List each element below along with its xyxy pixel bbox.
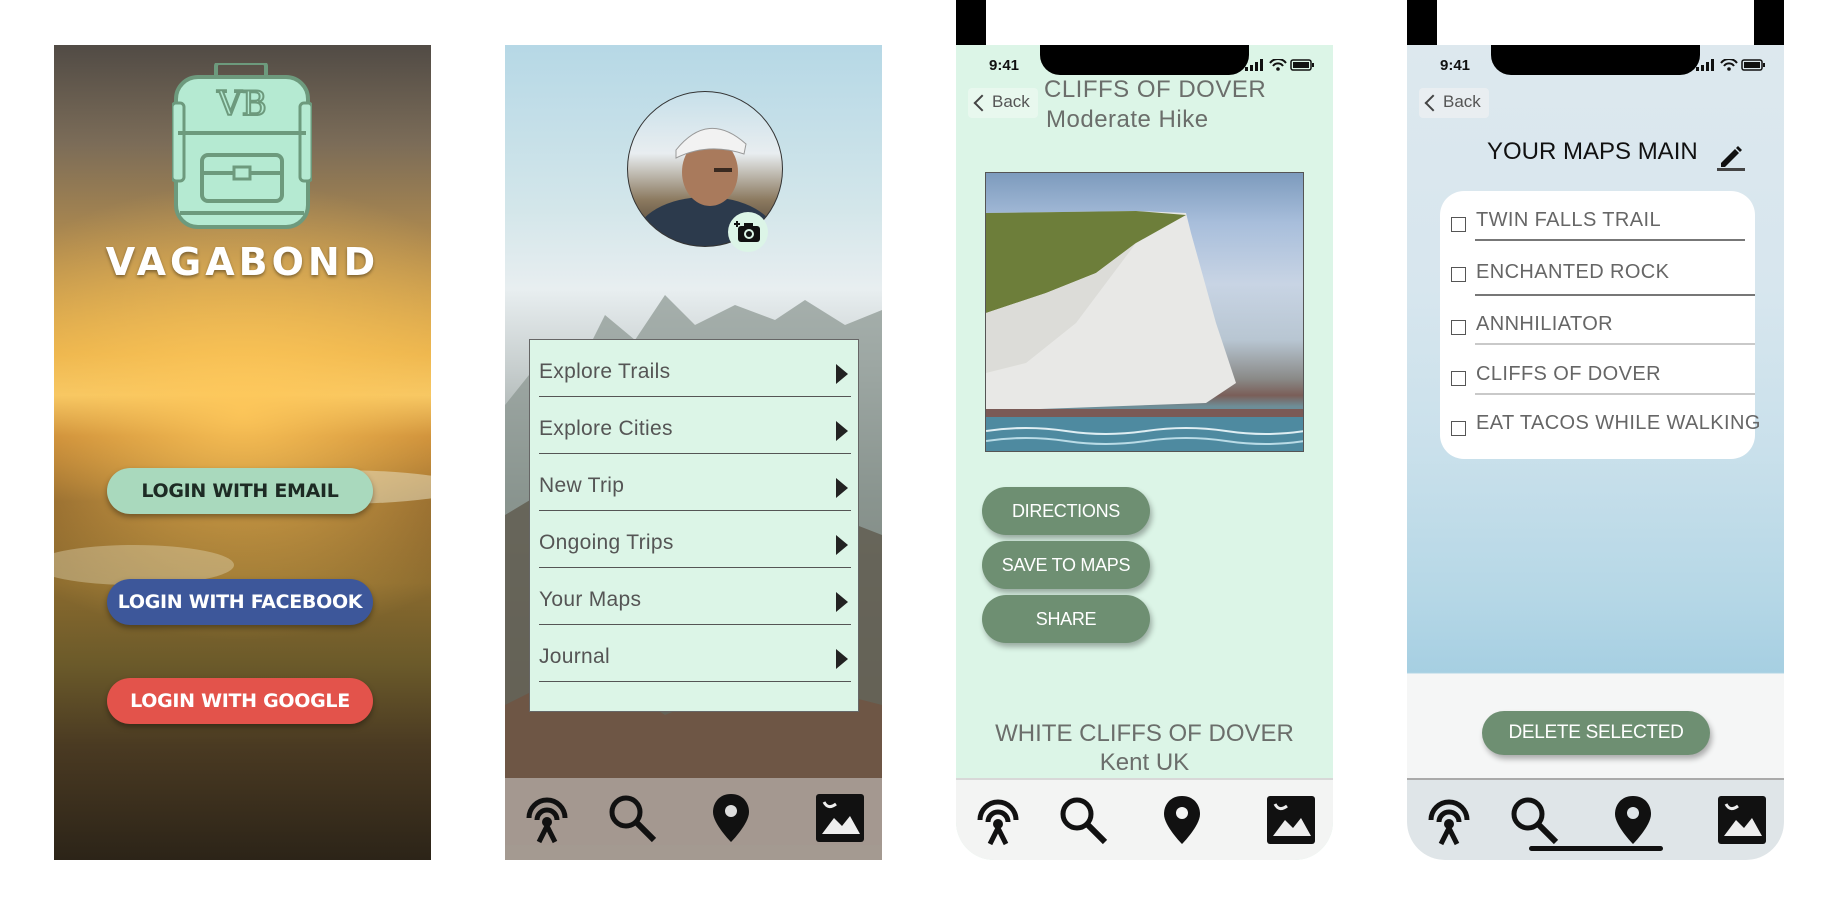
- location-pin-icon[interactable]: [1605, 792, 1661, 848]
- menu-screen: Explore Trails Explore Cities New Trip O…: [505, 45, 882, 860]
- directions-button[interactable]: DIRECTIONS: [982, 487, 1150, 535]
- menu-item-explore-trails[interactable]: Explore Trails: [539, 340, 851, 397]
- checkbox[interactable]: [1451, 320, 1466, 335]
- camera-icon: [734, 221, 760, 242]
- save-to-maps-button[interactable]: SAVE TO MAPS: [982, 541, 1150, 589]
- main-menu: Explore Trails Explore Cities New Trip O…: [529, 339, 859, 712]
- page-subtitle: Moderate Hike: [1046, 106, 1209, 133]
- chevron-left-icon: [973, 94, 991, 112]
- chevron-right-icon: [836, 592, 848, 612]
- status-icons: [1245, 59, 1314, 71]
- chevron-right-icon: [836, 649, 848, 669]
- back-label: Back: [1443, 92, 1481, 111]
- location-pin-icon[interactable]: [703, 790, 759, 846]
- menu-item-label: Your Maps: [539, 588, 642, 611]
- logo-monogram: VB: [216, 84, 267, 124]
- page-title: YOUR MAPS MAIN: [1487, 138, 1698, 165]
- chevron-right-icon: [836, 364, 848, 384]
- location-region: Kent UK: [1099, 749, 1190, 776]
- backpack-logo-icon: VB: [172, 63, 312, 229]
- menu-item-journal[interactable]: Journal: [539, 625, 851, 682]
- brand-name: VAGABOND: [105, 240, 380, 284]
- gallery-icon[interactable]: [1714, 792, 1770, 848]
- tab-bar: [1407, 778, 1784, 860]
- trail-photo: [985, 172, 1304, 452]
- login-email-button[interactable]: LOGIN WITH EMAIL: [107, 468, 373, 514]
- notch: [1040, 45, 1249, 75]
- search-icon[interactable]: [604, 790, 660, 846]
- list-item-label: CLIFFS OF DOVER: [1476, 363, 1661, 385]
- login-screen: VB VAGABOND LOGIN WITH EMAIL LOGIN WITH …: [54, 45, 431, 860]
- back-button[interactable]: Back: [968, 88, 1038, 118]
- chevron-right-icon: [836, 535, 848, 555]
- list-item-label: ANNHILIATOR: [1476, 313, 1614, 335]
- menu-item-your-maps[interactable]: Your Maps: [539, 568, 851, 625]
- menu-item-label: Explore Cities: [539, 417, 673, 440]
- menu-item-label: Journal: [539, 645, 610, 668]
- list-item[interactable]: ANNHILIATOR: [1440, 295, 1755, 345]
- list-item[interactable]: CLIFFS OF DOVER: [1440, 345, 1755, 395]
- chevron-right-icon: [836, 478, 848, 498]
- search-icon[interactable]: [1055, 792, 1111, 848]
- status-icons: [1696, 59, 1765, 71]
- login-facebook-button[interactable]: LOGIN WITH FACEBOOK: [107, 579, 373, 625]
- list-item[interactable]: ENCHANTED ROCK: [1440, 241, 1755, 296]
- list-item[interactable]: TWIN FALLS TRAIL: [1440, 191, 1755, 241]
- page-title: CLIFFS OF DOVER: [1044, 76, 1267, 103]
- your-maps-screen: 9:41 Back YOUR MAPS MAIN TWIN FALLS TRAI…: [1407, 45, 1784, 860]
- tracker-icon[interactable]: [1421, 792, 1477, 848]
- back-label: Back: [992, 92, 1030, 111]
- menu-item-label: Ongoing Trips: [539, 531, 674, 554]
- status-time: 9:41: [1440, 57, 1471, 74]
- tab-bar: [505, 778, 882, 860]
- share-button[interactable]: SHARE: [982, 595, 1150, 643]
- menu-item-new-trip[interactable]: New Trip: [539, 454, 851, 511]
- chevron-right-icon: [836, 421, 848, 441]
- location-title: WHITE CLIFFS OF DOVER: [995, 720, 1294, 747]
- gallery-icon[interactable]: [812, 790, 868, 846]
- list-item-label: EAT TACOS WHILE WALKING: [1476, 412, 1761, 434]
- status-time: 9:41: [989, 57, 1020, 74]
- tab-bar: [956, 778, 1333, 860]
- back-button[interactable]: Back: [1419, 88, 1489, 118]
- location-pin-icon[interactable]: [1154, 792, 1210, 848]
- maps-list: TWIN FALLS TRAIL ENCHANTED ROCK ANNHILIA…: [1440, 191, 1760, 459]
- tracker-icon[interactable]: [970, 792, 1026, 848]
- delete-selected-button[interactable]: DELETE SELECTED: [1482, 711, 1710, 755]
- search-icon[interactable]: [1506, 792, 1562, 848]
- list-item[interactable]: EAT TACOS WHILE WALKING: [1440, 395, 1760, 445]
- checkbox[interactable]: [1451, 267, 1466, 282]
- menu-item-label: New Trip: [539, 474, 625, 497]
- checkbox[interactable]: [1451, 421, 1466, 436]
- menu-item-ongoing-trips[interactable]: Ongoing Trips: [539, 511, 851, 568]
- status-bar: 9:41: [956, 45, 1333, 75]
- trail-detail-screen: 9:41 Back CLIFFS OF DOVER Moderate Hike …: [956, 45, 1333, 860]
- checkbox[interactable]: [1451, 217, 1466, 232]
- login-google-button[interactable]: LOGIN WITH GOOGLE: [107, 678, 373, 724]
- status-bar: 9:41: [1407, 45, 1784, 75]
- home-indicator: [1529, 846, 1663, 851]
- list-item-label: ENCHANTED ROCK: [1476, 261, 1670, 283]
- menu-item-label: Explore Trails: [539, 360, 671, 383]
- notch: [1491, 45, 1700, 75]
- edit-pencil-icon[interactable]: [1717, 143, 1745, 171]
- checkbox[interactable]: [1451, 371, 1466, 386]
- tracker-icon[interactable]: [519, 790, 575, 846]
- chevron-left-icon: [1424, 94, 1442, 112]
- change-photo-button[interactable]: [728, 212, 768, 252]
- list-item-label: TWIN FALLS TRAIL: [1476, 209, 1661, 231]
- gallery-icon[interactable]: [1263, 792, 1319, 848]
- menu-item-explore-cities[interactable]: Explore Cities: [539, 397, 851, 454]
